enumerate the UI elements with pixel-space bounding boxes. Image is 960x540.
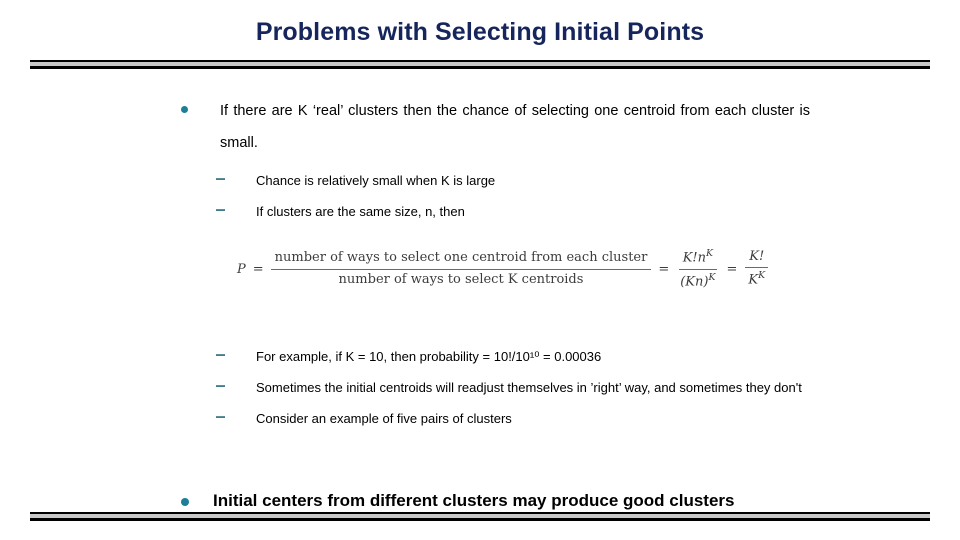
formula-frac3-den-exponent: K	[758, 270, 766, 282]
formula-second-fraction: K!nK (Kn)K	[676, 248, 719, 290]
slide: Problems with Selecting Initial Points I…	[0, 0, 960, 540]
dash-bullet-icon	[216, 385, 225, 387]
bullet-dot-icon	[181, 498, 189, 506]
probability-formula: P = number of ways to select one centroi…	[237, 248, 769, 296]
bullet-main-1: If there are K ‘real’ clusters then the …	[0, 95, 960, 159]
bullet-sub-4: Sometimes the initial centroids will rea…	[0, 372, 960, 403]
formula-frac2-denominator: (Kn)K	[676, 270, 719, 291]
footer-divider	[30, 512, 930, 522]
formula-numerator: number of ways to select one centroid fr…	[270, 250, 652, 270]
bullet-sub-3-label: For example, if K = 10, then probability…	[256, 349, 602, 364]
formula-frac3-denominator: KK	[744, 268, 769, 289]
bullet-sub-4-label: Sometimes the initial centroids will rea…	[256, 380, 802, 395]
title-divider-top	[30, 60, 930, 70]
slide-body: If there are K ‘real’ clusters then the …	[0, 95, 960, 227]
dash-bullet-icon	[216, 209, 225, 211]
divider-line-lower	[30, 518, 930, 521]
formula-frac2-den-exponent: K	[708, 271, 716, 283]
bullet-sub-1-label: Chance is relatively small when K is lar…	[256, 173, 496, 188]
bullet-main-2-label: Initial centers from different clusters …	[213, 491, 735, 510]
formula-frac2-num-base: K!n	[682, 250, 706, 266]
bullet-sub-2-label: If clusters are the same size, n, then	[256, 204, 465, 219]
slide-body-lower: For example, if K = 10, then probability…	[0, 341, 960, 434]
bullet-sub-3: For example, if K = 10, then probability…	[0, 341, 960, 372]
divider-line-lower	[30, 66, 930, 69]
formula-denominator: number of ways to select K centroids	[338, 271, 584, 287]
bullet-sub-5-label: Consider an example of five pairs of clu…	[256, 411, 512, 426]
formula-frac3-numerator: K!	[745, 249, 769, 269]
bullet-dot-icon	[181, 106, 188, 113]
formula-equals-1: =	[252, 261, 264, 277]
page-title: Problems with Selecting Initial Points	[255, 18, 705, 46]
bullet-sub-5: Consider an example of five pairs of clu…	[0, 403, 960, 434]
dash-bullet-icon	[216, 354, 225, 356]
formula-frac3-den-base: K	[748, 272, 759, 288]
bullet-sub-2: If clusters are the same size, n, then	[0, 196, 960, 227]
formula-third-fraction: K! KK	[744, 249, 769, 289]
formula-frac2-den-base: (Kn)	[680, 273, 709, 289]
dash-bullet-icon	[216, 416, 225, 418]
formula-main-fraction: number of ways to select one centroid fr…	[270, 250, 652, 288]
bullet-sub-1: Chance is relatively small when K is lar…	[0, 165, 960, 196]
formula-frac2-numerator: K!nK	[678, 248, 717, 270]
formula-frac2-num-exponent: K	[706, 248, 713, 259]
formula-lhs: P	[237, 261, 246, 277]
bullet-main-1-label: If there are K ‘real’ clusters then the …	[220, 103, 810, 151]
formula-equals-3: =	[726, 261, 738, 277]
bullet-main-2: Initial centers from different clusters …	[0, 488, 960, 514]
formula-equals-2: =	[658, 261, 670, 277]
dash-bullet-icon	[216, 178, 225, 180]
